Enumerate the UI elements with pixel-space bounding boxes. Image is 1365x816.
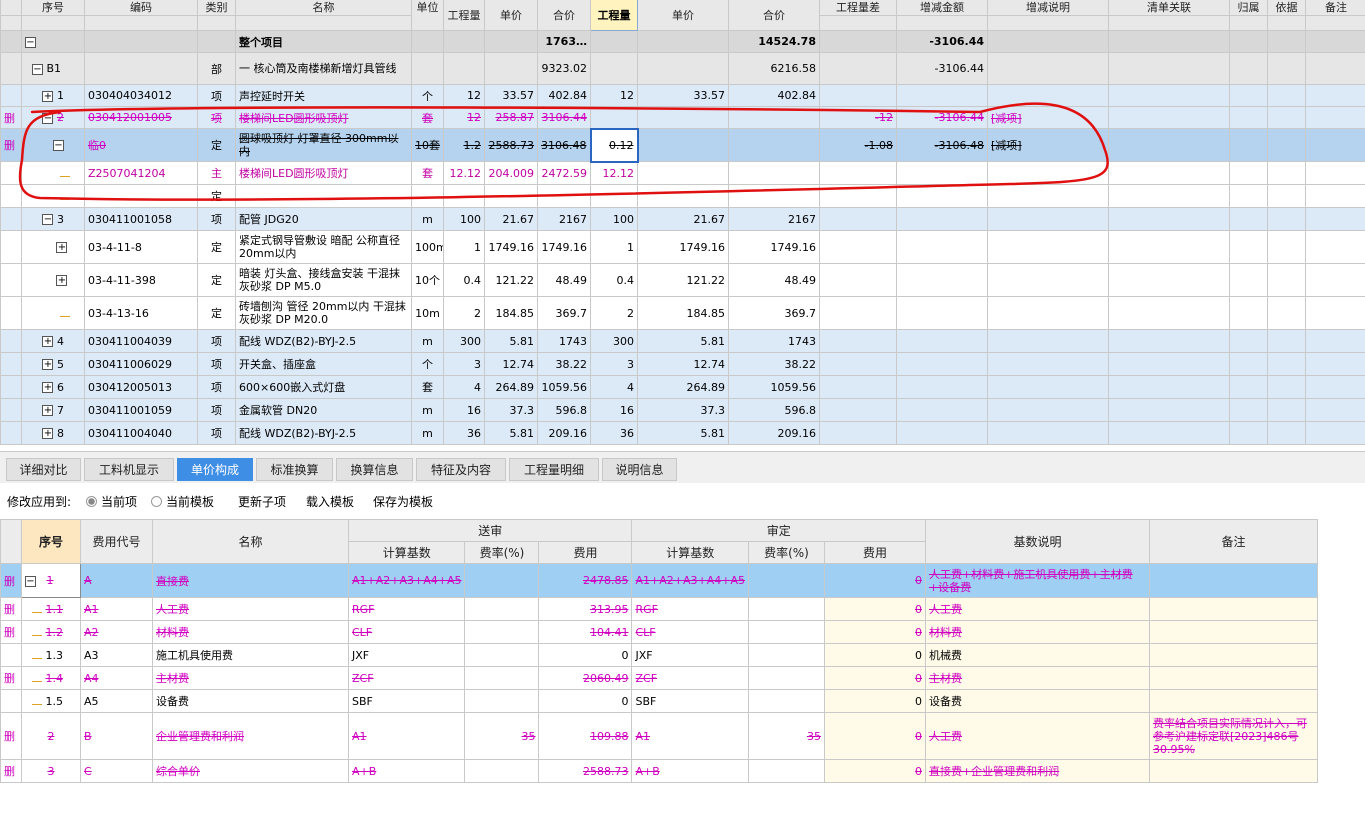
- expand-icon[interactable]: +: [42, 382, 54, 393]
- tab-detail-compare[interactable]: 详细对比: [6, 458, 81, 481]
- col-list-link[interactable]: 清单关联: [1108, 0, 1230, 16]
- table-row[interactable]: Z2507041204 主 楼梯间LED圆形吸顶灯 套 12.12 204.00…: [0, 161, 1365, 185]
- table-row[interactable]: − 整个项目 1763… 14524.78 -3106.44: [0, 30, 1365, 53]
- col-code[interactable]: 编码: [84, 0, 198, 16]
- table-row[interactable]: 删 1.4 A4 主材费 ZCF 2060.49 ZCF 0 主材费: [0, 666, 1318, 690]
- tab-quantity-detail[interactable]: 工程量明细: [509, 458, 599, 481]
- table-row[interactable]: 删 3 C 综合单价 A+B 2588.73 A+B 0 直接费+企业管理费和利…: [0, 759, 1318, 783]
- col-amount-change[interactable]: 增减金额: [896, 0, 988, 16]
- col-owner[interactable]: 归属: [1229, 0, 1268, 16]
- tab-unit-price-composition[interactable]: 单价构成: [177, 458, 253, 481]
- col-base-description[interactable]: 基数说明: [924, 519, 1150, 564]
- apply-to-label: 修改应用到:: [7, 495, 72, 509]
- tab-standard-conversion[interactable]: 标准换算: [256, 458, 333, 481]
- radio-current-template[interactable]: 当前模板: [151, 493, 214, 510]
- table-row[interactable]: 定: [0, 184, 1365, 208]
- table-row[interactable]: + 6 030412005013 项 600×600嵌入式灯盘 套 4 264.…: [0, 375, 1365, 399]
- group-submitted: 送审: [347, 519, 633, 542]
- expand-icon[interactable]: +: [42, 405, 54, 416]
- table-row-selected[interactable]: 删 − 临0 定 圆球吸顶灯 灯罩直径 300mm以内 10套 1.2 2588…: [0, 127, 1365, 163]
- tab-labor-material[interactable]: 工料机显示: [84, 458, 174, 481]
- radio-current-item[interactable]: 当前项: [86, 493, 137, 510]
- save-template-button[interactable]: 保存为模板: [373, 493, 433, 510]
- col-fee-code[interactable]: 费用代号: [80, 519, 153, 564]
- col-remark[interactable]: 备注: [1148, 519, 1318, 564]
- collapse-icon[interactable]: −: [25, 36, 36, 48]
- expand-icon[interactable]: +: [42, 336, 54, 347]
- table-row[interactable]: + 7 030411001059 项 金属软管 DN20 m 16 37.3 5…: [0, 398, 1365, 422]
- col-seq[interactable]: 序号: [21, 519, 81, 564]
- tab-conversion-info[interactable]: 换算信息: [336, 458, 413, 481]
- table-row[interactable]: + 03-4-11-398 定 暗装 灯头盒、接线盒安装 干混抹灰砂浆 DP M…: [0, 263, 1365, 297]
- table-row[interactable]: 删 − 2 030412001005 项 楼梯间LED圆形吸顶灯 套 12 25…: [0, 106, 1365, 129]
- col-total1[interactable]: 合价: [537, 0, 591, 31]
- col-base-approved[interactable]: 计算基数: [631, 541, 749, 564]
- update-child-button[interactable]: 更新子项: [238, 493, 286, 510]
- col-fee-approved[interactable]: 费用: [823, 541, 926, 564]
- tab-bar: 详细对比 工料机显示 单价构成 标准换算 换算信息 特征及内容 工程量明细 说明…: [0, 451, 1365, 483]
- col-seq[interactable]: 序号: [21, 0, 85, 16]
- table-row[interactable]: − 3 030411001058 项 配管 JDG20 m 100 21.67 …: [0, 207, 1365, 231]
- col-rate-submitted[interactable]: 费率(%): [464, 541, 540, 564]
- col-qty2[interactable]: 工程量: [590, 0, 638, 31]
- collapse-icon[interactable]: −: [32, 63, 43, 75]
- col-qty-diff[interactable]: 工程量差: [819, 0, 897, 16]
- collapse-icon[interactable]: −: [52, 140, 64, 151]
- table-row[interactable]: + 03-4-11-8 定 紧定式钢导管敷设 暗配 公称直径 20mm以内 10…: [0, 230, 1365, 264]
- expand-icon[interactable]: +: [42, 90, 54, 102]
- table-row[interactable]: + 8 030411004040 项 配线 WDZ(B2)-BYJ-2.5 m …: [0, 421, 1365, 445]
- table-row[interactable]: + 4 030411004039 项 配线 WDZ(B2)-BYJ-2.5 m …: [0, 329, 1365, 353]
- table-row[interactable]: 删 1.2 A2 材料费 CLF 104.41 CLF 0 材料费: [0, 620, 1318, 644]
- table-row[interactable]: + 1 030404034012 项 声控延时开关 个 12 33.57 402…: [0, 84, 1365, 107]
- price-composition-grid: 序号 费用代号 名称 送审 审定 基数说明 备注 计算基数 费率(%) 费用 计…: [0, 519, 1365, 816]
- price-composition-table: 序号 费用代号 名称 送审 审定 基数说明 备注 计算基数 费率(%) 费用 计…: [0, 519, 1318, 783]
- col-name[interactable]: 名称: [235, 0, 412, 16]
- col-type[interactable]: 类别: [197, 0, 236, 16]
- table-row[interactable]: 删 2 B 企业管理费和利润 A1 35 109.88 A1 35 0 人工费 …: [0, 712, 1318, 760]
- group-approved: 审定: [631, 519, 926, 542]
- col-price1[interactable]: 单价: [484, 0, 538, 31]
- collapse-icon[interactable]: −: [42, 112, 54, 124]
- expand-icon[interactable]: +: [56, 242, 68, 253]
- table-row[interactable]: − B1 部 一 核心筒及南楼梯新增灯具管线 9323.02 6216.58 -…: [0, 52, 1365, 85]
- table-row[interactable]: + 5 030411006029 项 开关盒、插座盒 个 3 12.74 38.…: [0, 352, 1365, 376]
- col-fee-submitted[interactable]: 费用: [538, 541, 633, 564]
- table-row-selected[interactable]: 删 − 1 A 直接费 A1+A2+A3+A4+A5 2478.85 A1+A2…: [0, 563, 1318, 598]
- load-template-button[interactable]: 载入模板: [306, 493, 354, 510]
- col-basis[interactable]: 依据: [1267, 0, 1306, 16]
- expand-icon[interactable]: +: [42, 359, 54, 370]
- col-rate-approved[interactable]: 费率(%): [747, 541, 825, 564]
- apply-options-bar: 修改应用到: 当前项 当前模板 更新子项 载入模板 保存为模板: [0, 485, 1365, 515]
- col-fee-name[interactable]: 名称: [152, 519, 349, 564]
- table-row[interactable]: 1.3 A3 施工机具使用费 JXF 0 JXF 0 机械费: [0, 643, 1318, 667]
- col-remark[interactable]: 备注: [1305, 0, 1365, 16]
- radio-unchecked-icon: [151, 496, 162, 507]
- col-total2[interactable]: 合价: [728, 0, 820, 31]
- col-change-note[interactable]: 增减说明: [987, 0, 1109, 16]
- collapse-icon[interactable]: −: [25, 575, 36, 587]
- col-unit[interactable]: 单位: [411, 0, 444, 31]
- table-row[interactable]: 删 1.1 A1 人工费 RGF 313.95 RGF 0 人工费: [0, 597, 1318, 621]
- col-price2[interactable]: 单价: [637, 0, 729, 31]
- col-base-submitted[interactable]: 计算基数: [347, 541, 466, 564]
- expand-icon[interactable]: +: [56, 275, 68, 286]
- collapse-icon[interactable]: −: [42, 214, 54, 225]
- bill-table: 序号 编码 类别 名称 单位 工程量 单价 合价 工程量 单价 合价 工程量差 …: [0, 0, 1365, 445]
- bill-grid: 序号 编码 类别 名称 单位 工程量 单价 合价 工程量 单价 合价 工程量差 …: [0, 0, 1365, 449]
- radio-checked-icon: [86, 496, 97, 507]
- table-row[interactable]: 03-4-13-16 定 砖墙刨沟 管径 20mm以内 干混抹灰砂浆 DP M2…: [0, 296, 1365, 330]
- col-qty1[interactable]: 工程量: [443, 0, 485, 31]
- tab-features-content[interactable]: 特征及内容: [416, 458, 506, 481]
- expand-icon[interactable]: +: [42, 428, 54, 439]
- qty-edit-cell[interactable]: 0.12: [589, 127, 639, 163]
- tab-description[interactable]: 说明信息: [602, 458, 677, 481]
- table-row[interactable]: 1.5 A5 设备费 SBF 0 SBF 0 设备费: [0, 689, 1318, 713]
